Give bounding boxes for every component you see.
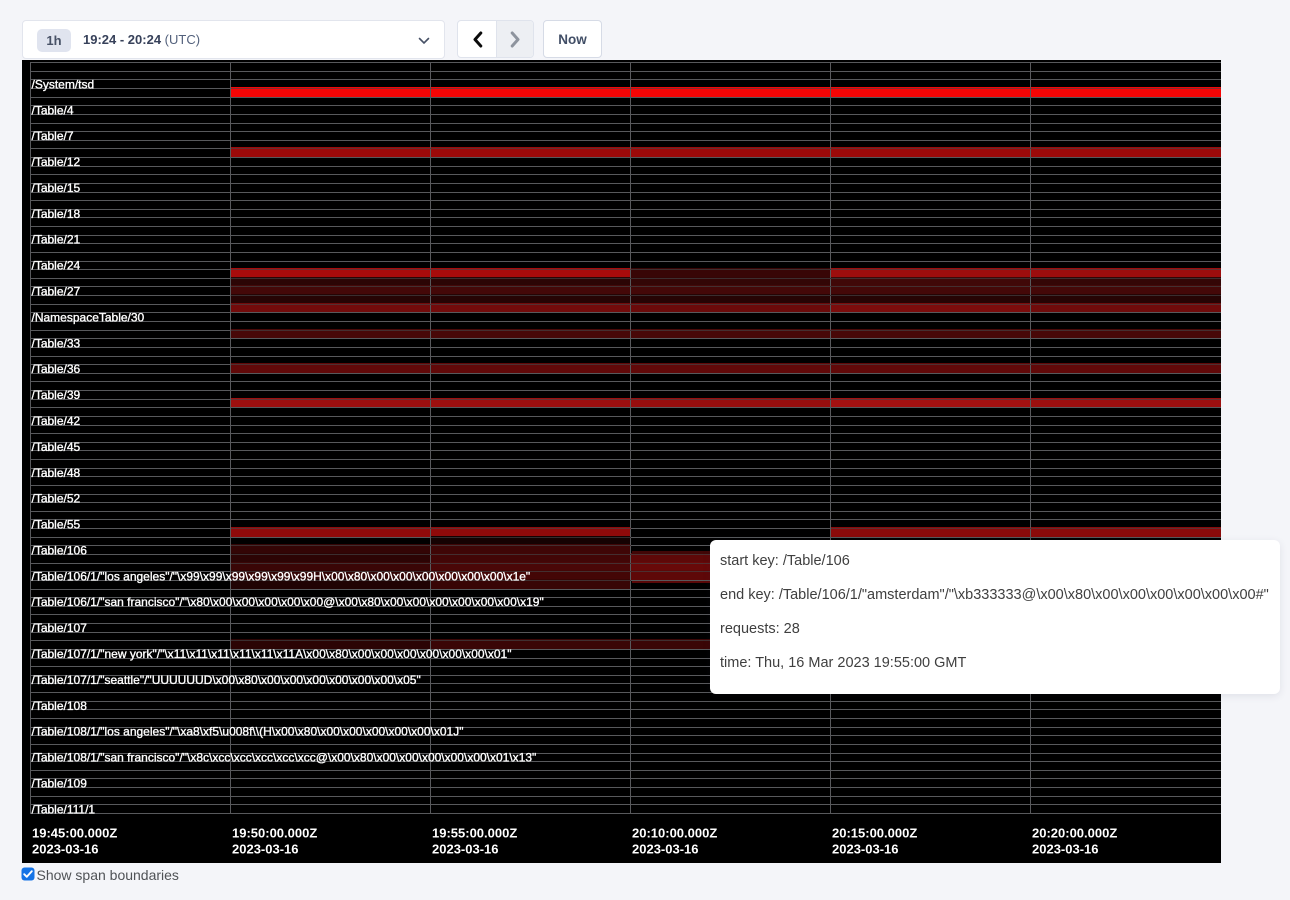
svg-text:/Table/111/1: /Table/111/1 [32, 802, 96, 816]
svg-text:/Table/107/1/"new york"/"\x11\: /Table/107/1/"new york"/"\x11\x11\x11\x1… [32, 647, 512, 661]
svg-text:/Table/27: /Table/27 [32, 285, 81, 299]
svg-text:/Table/4: /Table/4 [32, 103, 74, 117]
svg-text:/Table/15: /Table/15 [32, 181, 81, 195]
svg-text:/Table/106/1/"san francisco"/": /Table/106/1/"san francisco"/"\x80\x00\x… [32, 595, 544, 609]
svg-text:/Table/106/1/"los angeles"/"\x: /Table/106/1/"los angeles"/"\x99\x99\x99… [32, 569, 531, 583]
svg-text:/Table/107: /Table/107 [32, 621, 88, 635]
svg-text:2023-03-16: 2023-03-16 [632, 842, 699, 857]
svg-text:20:10:00.000Z: 20:10:00.000Z [632, 826, 717, 841]
svg-text:2023-03-16: 2023-03-16 [1032, 842, 1099, 857]
svg-text:/Table/106: /Table/106 [32, 543, 88, 557]
svg-text:/NamespaceTable/30: /NamespaceTable/30 [32, 310, 145, 324]
svg-text:20:20:00.000Z: 20:20:00.000Z [1032, 826, 1117, 841]
svg-text:/Table/55: /Table/55 [32, 518, 81, 532]
svg-text:/Table/45: /Table/45 [32, 440, 81, 454]
svg-text:19:50:00.000Z: 19:50:00.000Z [232, 826, 317, 841]
svg-text:/Table/42: /Table/42 [32, 414, 81, 428]
svg-text:/Table/48: /Table/48 [32, 466, 81, 480]
svg-text:2023-03-16: 2023-03-16 [232, 842, 299, 857]
svg-text:/Table/108: /Table/108 [32, 699, 88, 713]
svg-text:/Table/33: /Table/33 [32, 336, 81, 350]
svg-text:/Table/108/1/"san francisco"/": /Table/108/1/"san francisco"/"\x8c\xcc\x… [32, 751, 537, 765]
svg-text:/Table/39: /Table/39 [32, 388, 81, 402]
svg-text:2023-03-16: 2023-03-16 [32, 842, 99, 857]
svg-text:/Table/24: /Table/24 [32, 259, 81, 273]
svg-text:/Table/107/1/"seattle"/"UUUUUU: /Table/107/1/"seattle"/"UUUUUUD\x00\x80\… [32, 673, 421, 687]
svg-text:/System/tsd: /System/tsd [32, 77, 95, 91]
svg-text:/Table/7: /Table/7 [32, 129, 74, 143]
svg-text:20:15:00.000Z: 20:15:00.000Z [832, 826, 917, 841]
svg-text:/Table/12: /Table/12 [32, 155, 81, 169]
svg-text:19:55:00.000Z: 19:55:00.000Z [432, 826, 517, 841]
svg-text:/Table/109: /Table/109 [32, 776, 88, 790]
svg-text:/Table/36: /Table/36 [32, 362, 81, 376]
svg-text:2023-03-16: 2023-03-16 [832, 842, 899, 857]
svg-text:19:45:00.000Z: 19:45:00.000Z [32, 826, 117, 841]
svg-text:/Table/21: /Table/21 [32, 233, 81, 247]
svg-text:/Table/18: /Table/18 [32, 207, 81, 221]
svg-text:2023-03-16: 2023-03-16 [432, 842, 499, 857]
svg-text:/Table/52: /Table/52 [32, 492, 81, 506]
svg-text:/Table/108/1/"los angeles"/"\x: /Table/108/1/"los angeles"/"\xa8\xf5\u00… [32, 725, 464, 739]
